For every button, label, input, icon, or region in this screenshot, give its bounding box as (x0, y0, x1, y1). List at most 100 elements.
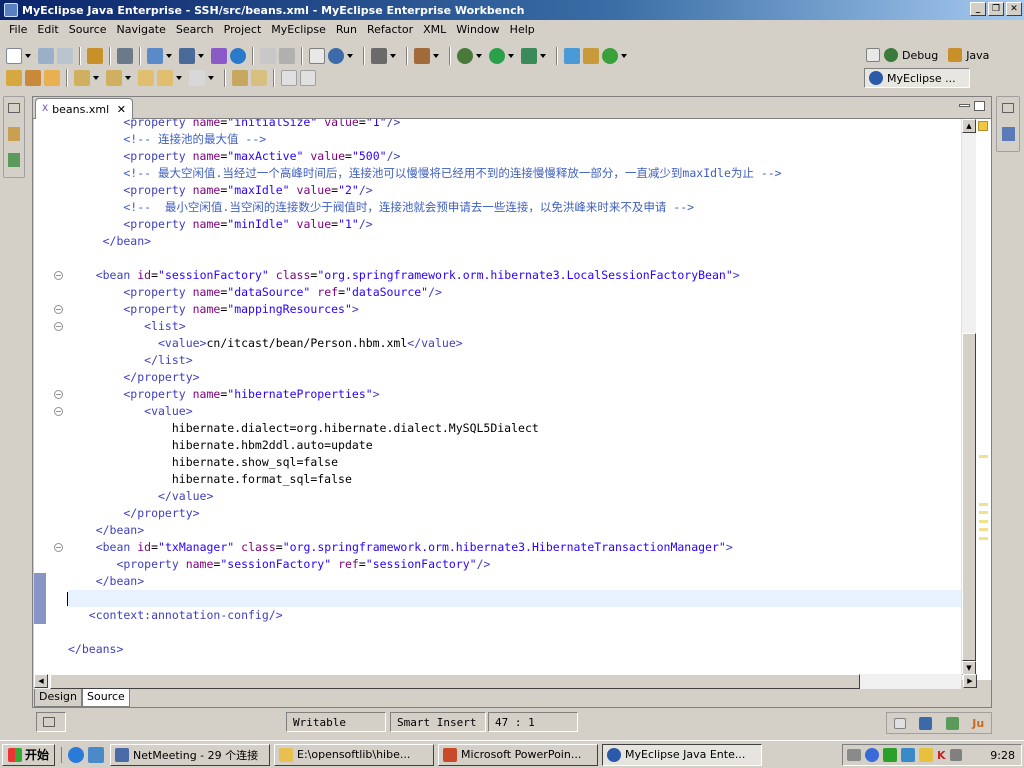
menu-help[interactable]: Help (505, 23, 540, 36)
horizontal-scrollbar[interactable]: ◀ ▶ (34, 674, 977, 689)
overview-marker[interactable] (979, 503, 988, 506)
print-icon[interactable] (57, 48, 73, 64)
fold-toggle-icon[interactable]: − (54, 305, 63, 314)
new-class-icon[interactable] (309, 48, 325, 64)
code-line[interactable]: </bean> (68, 233, 961, 250)
fold-toggle-icon[interactable]: − (54, 322, 63, 331)
add-element-icon[interactable] (281, 70, 297, 86)
debug-perspective-icon[interactable] (884, 48, 898, 62)
package-explorer-icon[interactable] (8, 127, 20, 141)
new-dropdown-icon[interactable] (25, 54, 31, 58)
menu-file[interactable]: File (4, 23, 32, 36)
vertical-scroll-thumb[interactable] (962, 333, 976, 661)
code-line[interactable]: </property> (68, 505, 961, 522)
volume-icon[interactable] (919, 748, 933, 762)
keyboard-icon[interactable] (847, 749, 861, 761)
previous-annotation-icon[interactable] (106, 70, 122, 86)
code-line[interactable]: <!-- 最大空闲值.当经过一个高峰时间后，连接池可以慢慢将已经用不到的连接慢慢… (68, 165, 961, 182)
code-line[interactable]: <bean id="txManager" class="org.springfr… (68, 539, 961, 556)
save-icon[interactable] (38, 48, 54, 64)
scroll-left-button[interactable]: ◀ (34, 674, 48, 688)
menu-myeclipse[interactable]: MyEclipse (266, 23, 331, 36)
open-perspective-icon[interactable] (866, 48, 880, 62)
clock[interactable]: 9:28 (990, 749, 1015, 762)
db-explorer-icon[interactable] (211, 48, 227, 64)
menu-source[interactable]: Source (64, 23, 112, 36)
menu-window[interactable]: Window (451, 23, 504, 36)
overview-marker[interactable] (979, 511, 988, 514)
package-icon[interactable] (87, 48, 103, 64)
menu-run[interactable]: Run (331, 23, 362, 36)
code-line[interactable]: <list> (68, 318, 961, 335)
code-line[interactable]: hibernate.show_sql=false (68, 454, 961, 471)
code-line[interactable]: <property name="mappingResources"> (68, 301, 961, 318)
scroll-down-button[interactable]: ▼ (962, 661, 976, 675)
ie-icon[interactable] (68, 746, 85, 763)
menu-project[interactable]: Project (219, 23, 267, 36)
restore-button[interactable]: ❐ (988, 2, 1004, 16)
code-line[interactable]: </bean> (68, 573, 961, 590)
overview-marker[interactable] (979, 455, 988, 458)
minimize-editor-icon[interactable] (959, 104, 970, 107)
next-annotation-icon[interactable] (74, 70, 90, 86)
code-line[interactable]: </list> (68, 352, 961, 369)
code-line[interactable]: </bean> (68, 522, 961, 539)
scroll-right-button[interactable]: ▶ (963, 674, 977, 688)
tab-source[interactable]: Source (81, 689, 130, 707)
title-bar[interactable]: MyEclipse Java Enterprise - SSH/src/bean… (0, 0, 1024, 20)
java-perspective-icon[interactable] (948, 48, 963, 62)
java-perspective-label[interactable]: Java (966, 49, 989, 62)
code-line[interactable]: <bean id="sessionFactory" class="org.spr… (68, 267, 961, 284)
menu-xml[interactable]: XML (418, 23, 451, 36)
open-task-icon[interactable] (260, 48, 276, 64)
code-line[interactable]: <property name="dataSource" ref="dataSou… (68, 284, 961, 301)
last-edit-icon[interactable] (138, 70, 154, 86)
code-line[interactable]: hibernate.hbm2ddl.auto=update (68, 437, 961, 454)
code-editor[interactable]: − − − − − − <property name = "initialSize" valu… (34, 119, 961, 680)
code-line[interactable]: </value> (68, 488, 961, 505)
netmeeting-tray-icon[interactable] (901, 748, 915, 762)
code-lines[interactable]: <property name="initialSize" value="1"/>… (67, 119, 961, 658)
new-package-icon[interactable] (583, 48, 599, 64)
code-line[interactable]: <value>cn/itcast/bean/Person.hbm.xml</va… (68, 335, 961, 352)
vertical-scrollbar[interactable]: ▲ ▼ (962, 119, 976, 675)
fold-toggle-icon[interactable]: − (54, 407, 63, 416)
outlook-icon[interactable] (88, 746, 105, 763)
code-line[interactable]: <property name="initialSize" value="1"/> (68, 119, 961, 131)
task-myeclipse[interactable]: MyEclipse Java Ente... (602, 743, 763, 766)
menu-refactor[interactable]: Refactor (362, 23, 418, 36)
deploy-icon[interactable] (179, 48, 195, 64)
remove-element-icon[interactable] (300, 70, 316, 86)
tasks-view-icon[interactable] (945, 716, 959, 730)
open-folder-icon[interactable] (44, 70, 60, 86)
input-method-icon[interactable] (949, 749, 962, 761)
tab-design[interactable]: Design (34, 689, 82, 707)
minimize-button[interactable]: _ (970, 2, 986, 16)
code-line[interactable]: <value> (68, 403, 961, 420)
menu-search[interactable]: Search (171, 23, 219, 36)
new-icon[interactable] (6, 48, 22, 64)
close-button[interactable]: ✕ (1006, 2, 1022, 16)
console-icon[interactable] (371, 48, 387, 64)
web-browser-icon[interactable] (328, 48, 344, 64)
code-line[interactable]: hibernate.dialect=org.hibernate.dialect.… (68, 420, 961, 437)
outline-icon[interactable] (1002, 127, 1015, 141)
code-line[interactable]: <context:annotation-config/> (68, 607, 961, 624)
current-line[interactable] (67, 590, 961, 607)
new-java-project-icon[interactable] (564, 48, 580, 64)
server-icon[interactable] (117, 48, 133, 64)
fast-view-icon[interactable] (43, 717, 55, 727)
open-type-icon[interactable] (6, 70, 22, 86)
overview-marker[interactable] (979, 537, 988, 540)
refresh-icon[interactable] (279, 48, 295, 64)
code-line[interactable]: <!-- 连接池的最大值 --> (68, 131, 961, 148)
external-tools-icon[interactable] (414, 48, 430, 64)
task-explorer[interactable]: E:\opensoftlib\hibe... (274, 743, 435, 766)
overview-marker[interactable] (979, 520, 988, 523)
code-line[interactable]: </beans> (68, 641, 961, 658)
code-line[interactable]: hibernate.format_sql=false (68, 471, 961, 488)
code-line[interactable]: </property> (68, 369, 961, 386)
menu-edit[interactable]: Edit (32, 23, 63, 36)
code-line[interactable]: <!-- 最小空闲值.当空闲的连接数少于阀值时，连接池就会预申请去一些连接，以免… (68, 199, 961, 216)
myeclipse-perspective-button[interactable]: MyEclipse ... (864, 68, 970, 88)
